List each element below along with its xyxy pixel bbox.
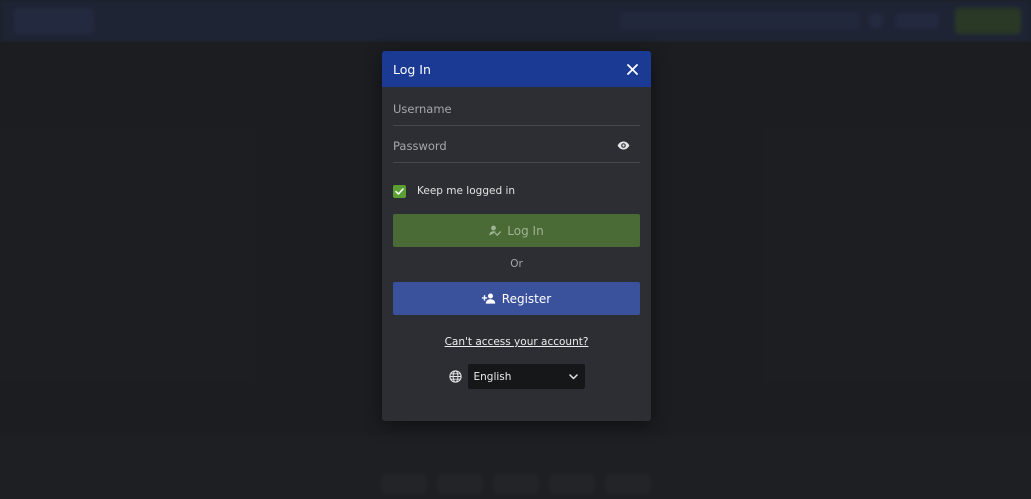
- login-button[interactable]: Log In: [393, 214, 640, 247]
- close-icon: [626, 63, 638, 75]
- language-value: English: [473, 370, 512, 383]
- user-plus-icon: [481, 293, 496, 304]
- eye-icon: [617, 141, 629, 149]
- remember-me-row: Keep me logged in: [393, 184, 640, 198]
- or-divider: Or: [510, 258, 523, 270]
- globe-icon: [448, 370, 463, 384]
- login-button-label: Log In: [507, 223, 544, 238]
- chevron-down-icon: [568, 373, 578, 379]
- remember-me-checkbox[interactable]: [393, 184, 406, 198]
- password-field-wrapper: [393, 126, 640, 163]
- show-password-button[interactable]: [616, 139, 630, 151]
- cant-access-account-link[interactable]: Can't access your account?: [393, 336, 640, 348]
- register-button[interactable]: Register: [393, 282, 640, 315]
- modal-header: Log In: [382, 51, 651, 87]
- login-modal: Log In Username Keep me logged in Log In…: [382, 51, 651, 421]
- modal-body: Keep me logged in Log In Or Reg: [382, 89, 651, 389]
- close-button[interactable]: [623, 60, 641, 78]
- password-input[interactable]: [393, 135, 640, 153]
- check-icon: [395, 187, 404, 195]
- modal-title: Log In: [393, 61, 431, 77]
- remember-me-label[interactable]: Keep me logged in: [417, 185, 515, 197]
- register-button-label: Register: [501, 291, 552, 306]
- username-input[interactable]: [393, 98, 640, 116]
- username-field-wrapper: [393, 89, 640, 126]
- language-row: English: [393, 364, 640, 389]
- user-check-icon: [489, 225, 502, 236]
- language-select[interactable]: English: [467, 364, 585, 389]
